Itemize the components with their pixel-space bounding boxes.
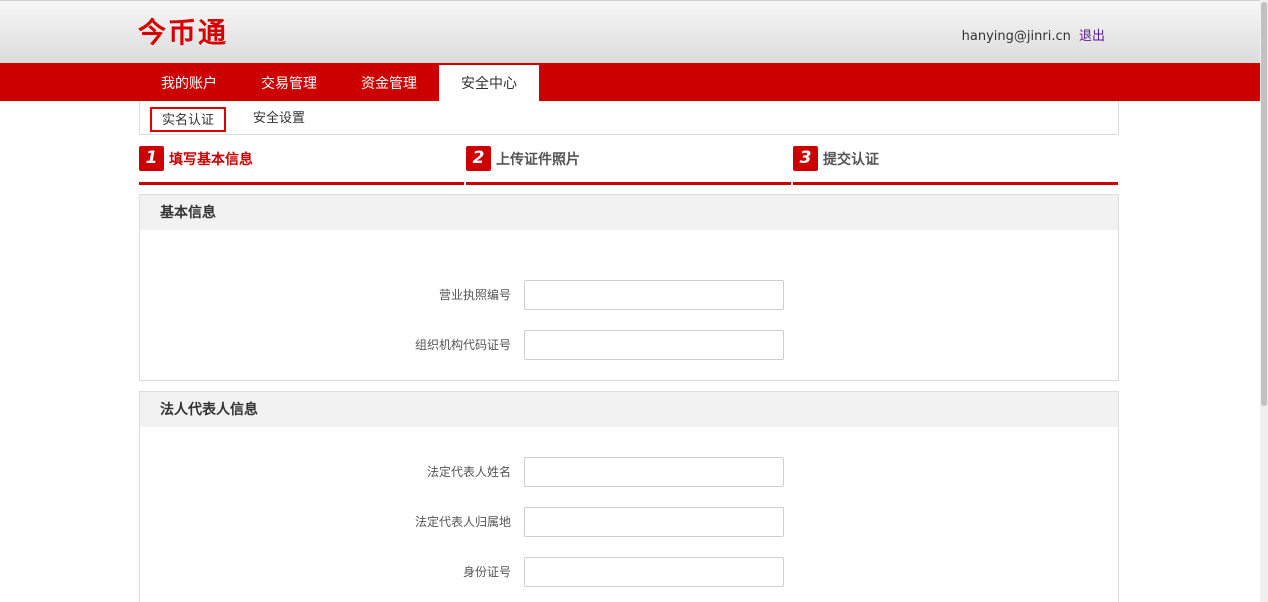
header: 今币通 hanying@jinri.cn 退出: [0, 0, 1260, 63]
logo[interactable]: 今币通: [138, 15, 228, 51]
legal-rep-panel: 法人代表人信息 法定代表人姓名 法定代表人归属地 身份证号: [139, 391, 1119, 602]
field-label: 组织机构代码证号: [414, 338, 511, 352]
scrollbar-thumb[interactable]: [1261, 2, 1267, 406]
user-email: hanying@jinri.cn: [961, 29, 1071, 44]
main-nav: 我的账户 交易管理 资金管理 安全中心: [0, 63, 1260, 101]
nav-item-my-account[interactable]: 我的账户: [139, 63, 239, 101]
step-2: 2 上传证件照片: [466, 145, 791, 185]
nav-item-trade-management[interactable]: 交易管理: [239, 63, 339, 101]
user-box: hanying@jinri.cn 退出: [962, 25, 1105, 44]
step-label: 上传证件照片: [496, 152, 580, 168]
step-number-badge: 1: [139, 146, 164, 171]
nav-item-funds-management[interactable]: 资金管理: [339, 63, 439, 101]
legal-rep-name-input[interactable]: [524, 457, 784, 487]
panel-title: 法人代表人信息: [140, 392, 1118, 427]
progress-steps: 1 填写基本信息 2 上传证件照片 3 提交认证: [139, 145, 1119, 185]
business-license-number-input[interactable]: [524, 280, 784, 310]
panel-title: 基本信息: [140, 195, 1118, 230]
form-row: 身份证号: [140, 557, 1118, 587]
id-number-input[interactable]: [524, 557, 784, 587]
form-row: 法定代表人姓名: [140, 457, 1118, 487]
basic-info-panel: 基本信息 营业执照编号 组织机构代码证号: [139, 194, 1119, 381]
field-label: 营业执照编号: [438, 288, 511, 302]
field-label: 身份证号: [462, 565, 511, 579]
form-row: 法定代表人归属地: [140, 507, 1118, 537]
form-row: 营业执照编号: [140, 280, 1118, 310]
tab-real-name-auth[interactable]: 实名认证: [150, 107, 227, 132]
step-label: 提交认证: [823, 152, 879, 168]
step-1: 1 填写基本信息: [139, 145, 464, 185]
step-bar: [139, 182, 464, 185]
tab-security-settings[interactable]: 安全设置: [243, 107, 315, 132]
form-row: 组织机构代码证号: [140, 330, 1118, 360]
vertical-scrollbar[interactable]: [1260, 0, 1268, 602]
step-bar: [466, 182, 791, 185]
step-bar: [793, 182, 1118, 185]
step-label: 填写基本信息: [169, 152, 253, 168]
step-number-badge: 3: [793, 146, 818, 171]
legal-rep-region-input[interactable]: [524, 507, 784, 537]
organization-code-input[interactable]: [524, 330, 784, 360]
step-number-badge: 2: [466, 146, 491, 171]
field-label: 法定代表人归属地: [414, 515, 511, 529]
sub-nav: 实名认证 安全设置: [139, 101, 1119, 135]
logout-link[interactable]: 退出: [1079, 29, 1105, 44]
step-3: 3 提交认证: [793, 145, 1118, 185]
field-label: 法定代表人姓名: [426, 465, 511, 479]
nav-item-security-center[interactable]: 安全中心: [439, 65, 539, 101]
